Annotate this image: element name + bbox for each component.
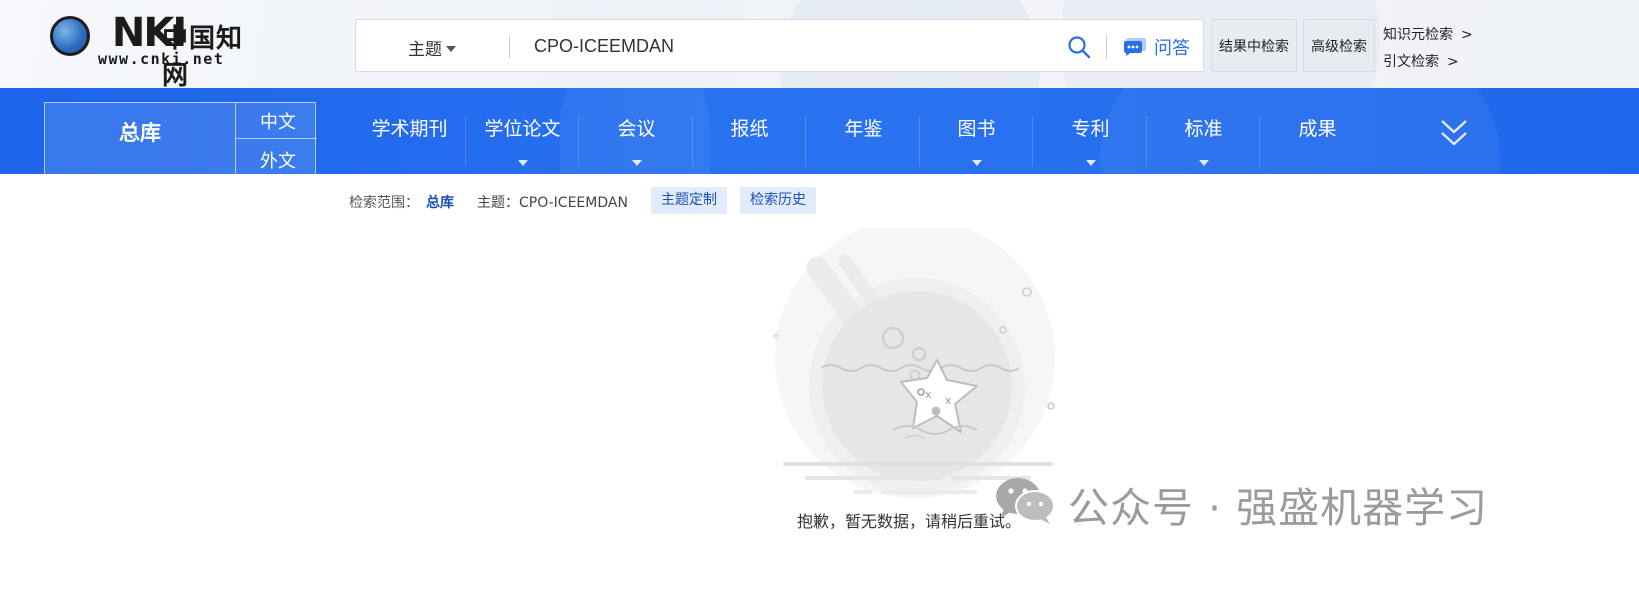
divider: [805, 116, 806, 166]
svg-text:x: x: [945, 394, 952, 407]
double-chevron-down-icon[interactable]: [1440, 118, 1468, 148]
nav-item-conferences[interactable]: 会议: [580, 102, 693, 166]
scope-library[interactable]: 总库: [426, 192, 454, 212]
search-box: 主题 问答: [355, 19, 1204, 72]
nav-item-achievements[interactable]: 成果: [1261, 102, 1374, 166]
starfish-empty-illustration: + x x: [771, 228, 1055, 498]
nav-item-label: 标准: [1184, 118, 1223, 140]
nav-item-patents[interactable]: 专利: [1034, 102, 1147, 166]
scope-topic: 主题：CPO-ICEEMDAN: [477, 195, 628, 211]
svg-text:+: +: [771, 329, 781, 343]
caret-down-icon: [517, 160, 528, 166]
nav-item-label: 报纸: [730, 118, 769, 140]
chat-bubble-icon: [1124, 38, 1146, 56]
nav-item-label: 学术期刊: [371, 118, 448, 140]
nav-item-theses[interactable]: 学位论文: [466, 102, 579, 166]
search-field-select[interactable]: 主题: [408, 35, 456, 60]
knowledge-search-link[interactable]: 知识元检索 >: [1383, 24, 1473, 44]
cnki-logo[interactable]: NKI 中国知网 www.cnki.net: [50, 10, 265, 88]
nav-item-label: 学位论文: [484, 118, 561, 140]
search-history-button[interactable]: 检索历史: [740, 187, 816, 214]
search-field-label: 主题: [408, 40, 442, 60]
header: NKI 中国知网 www.cnki.net 主题 问答 结果中检索 高级检索 知…: [0, 0, 1639, 88]
nav-item-newspapers[interactable]: 报纸: [693, 102, 806, 166]
qa-label: 问答: [1154, 38, 1190, 59]
nav-item-yearbooks[interactable]: 年鉴: [807, 102, 920, 166]
svg-text:x: x: [925, 388, 932, 401]
nav-item-books[interactable]: 图书: [920, 102, 1033, 166]
chevron-right-icon: >: [1461, 27, 1473, 43]
nav-item-label: 成果: [1298, 118, 1337, 140]
divider: [1259, 116, 1260, 166]
advanced-search-button[interactable]: 高级检索: [1303, 19, 1375, 72]
caret-down-icon: [446, 46, 456, 52]
divider: [578, 116, 579, 166]
divider: [509, 36, 510, 58]
nav-item-label: 图书: [957, 118, 996, 140]
caret-down-icon: [971, 160, 982, 166]
chevron-right-icon: >: [1447, 54, 1459, 70]
divider: [1032, 116, 1033, 166]
topic-custom-button[interactable]: 主题定制: [651, 187, 727, 214]
library-selector: 总库 中文 外文: [44, 102, 317, 174]
nav-item-label: 年鉴: [844, 118, 883, 140]
watermark-text: 公众号 · 强盛机器学习: [1068, 484, 1489, 532]
tab-chinese[interactable]: 中文: [235, 102, 317, 139]
search-input[interactable]: [534, 33, 1054, 59]
citation-search-link[interactable]: 引文检索 >: [1383, 51, 1459, 71]
database-nav: 总库 中文 外文 学术期刊 学位论文 会议 报纸 年鉴 图书 专利 标准 成果: [0, 88, 1639, 174]
caret-down-icon: [1198, 160, 1209, 166]
nav-item-standards[interactable]: 标准: [1147, 102, 1260, 166]
divider: [1106, 35, 1107, 59]
nav-item-journals[interactable]: 学术期刊: [353, 102, 466, 166]
empty-message: 抱歉，暂无数据，请稍后重试。: [797, 512, 1022, 531]
logo-url: www.cnki.net: [98, 50, 225, 68]
scope-label: 检索范围：: [349, 195, 419, 211]
caret-down-icon: [631, 160, 642, 166]
wechat-icon: [996, 478, 1055, 524]
citation-search-label: 引文检索: [1383, 54, 1439, 70]
search-icon[interactable]: [1067, 35, 1091, 59]
result-search-button[interactable]: 结果中检索: [1211, 19, 1297, 72]
caret-down-icon: [1085, 160, 1096, 166]
nav-item-label: 专利: [1071, 118, 1110, 140]
globe-icon: [50, 16, 90, 56]
tab-foreign[interactable]: 外文: [235, 139, 317, 174]
tab-total-library[interactable]: 总库: [119, 117, 161, 147]
nav-item-label: 会议: [617, 118, 656, 140]
knowledge-search-label: 知识元检索: [1383, 27, 1453, 43]
